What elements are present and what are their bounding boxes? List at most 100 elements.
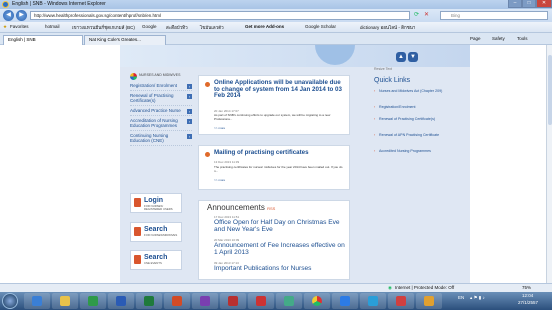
banner-prev-button[interactable]: ▲ (396, 52, 406, 62)
search-cne-subtitle: CNE EVENTS (144, 261, 162, 265)
search-input[interactable]: Bing (440, 11, 548, 20)
safety-menu[interactable]: Safety (492, 36, 505, 41)
favorite-link[interactable]: Google Scholar (305, 24, 336, 29)
taskbar: EN ▴ ⚑ ▮ ♪ 12:04 27/1/2557 (0, 292, 552, 310)
login-button[interactable]: Login FOR NURSES/ REGISTERED USERS (130, 193, 182, 213)
favorite-link[interactable]: ไขมันเลวตัว (200, 24, 224, 31)
quick-link[interactable]: Accredited Nursing Programmes (374, 149, 454, 153)
search-nurses-subtitle: FOR NURSES/MIDWIVES (144, 233, 178, 237)
search-nurses-button[interactable]: Search FOR NURSES/MIDWIVES (130, 222, 182, 242)
banner: ▲ ▼ (120, 45, 470, 67)
taskbar-app[interactable] (220, 293, 246, 309)
taskbar-app[interactable] (360, 293, 386, 309)
banner-next-button[interactable]: ▼ (408, 52, 418, 62)
tools-menu[interactable]: Tools (517, 36, 528, 41)
favorite-link[interactable]: Google (142, 24, 157, 29)
refresh-icon[interactable]: ⟳ (414, 11, 419, 18)
news-headline[interactable]: Online Applications will be unavailable … (214, 79, 346, 100)
tab-bar: English | SNB Nat King Cole's Greates...… (0, 33, 552, 45)
news-body: The practising certificates for nurses/ … (214, 165, 343, 173)
taskbar-app[interactable] (108, 293, 134, 309)
taskbar-app[interactable] (136, 293, 162, 309)
search-cne-title: Search (144, 254, 168, 261)
taskbar-app[interactable] (52, 293, 78, 309)
vertical-scrollbar[interactable] (546, 45, 552, 283)
scroll-thumb[interactable] (548, 55, 552, 125)
login-title: Login (144, 197, 164, 204)
banner-image (315, 45, 355, 65)
resize-text-control[interactable]: Resize Text (374, 67, 464, 71)
clock-date[interactable]: 27/1/2557 (518, 300, 538, 305)
favorite-link[interactable]: hotmail (45, 24, 60, 29)
language-indicator[interactable]: EN (458, 295, 464, 300)
taskbar-app[interactable] (80, 293, 106, 309)
arrow-icon: › (187, 109, 192, 114)
search-icon (134, 227, 141, 236)
maximize-button[interactable]: □ (522, 0, 536, 8)
favorite-link[interactable]: Get more Add-ons (245, 24, 284, 29)
announcement-link[interactable]: Announcement of Fee Increases effective … (214, 242, 346, 256)
nav-header: NURSES AND MIDWIVES (130, 73, 192, 81)
nav-item-accreditation[interactable]: Accreditation of Nursing Education Progr… (130, 116, 192, 131)
taskbar-app[interactable] (248, 293, 274, 309)
nav-item-renewal[interactable]: Renewal of Practising Certificate(s) › (130, 91, 192, 106)
close-button[interactable]: ✕ (536, 0, 552, 8)
ie-icon (32, 296, 42, 306)
news-headline[interactable]: Mailing of practising certificates (214, 149, 346, 157)
quick-link[interactable]: Renewal of Practising Certificate(s) (374, 117, 454, 121)
nav-item-label: Continuing Nursing Education (CNE) (130, 133, 169, 143)
taskbar-app[interactable] (164, 293, 190, 309)
quick-link[interactable]: Nurses and Midwives Act (Chapter 209) (374, 89, 454, 93)
favorite-link[interactable]: เขาวงแหวนมีนกี่ชุดเกเกมส์ (BC) (72, 24, 135, 31)
tray-icons[interactable]: ▴ ⚑ ▮ ♪ (470, 295, 485, 301)
favorites-star-icon[interactable]: ★ (3, 24, 7, 30)
taskbar-app[interactable] (192, 293, 218, 309)
taskbar-app[interactable] (276, 293, 302, 309)
zoom-level[interactable]: 75% (522, 285, 531, 290)
favorites-button[interactable]: Favorites (10, 24, 29, 29)
forward-button[interactable]: ▶ (16, 10, 27, 21)
news-date: 13 Dec 2013 11:39 (214, 160, 240, 164)
stop-icon[interactable]: ✕ (424, 11, 429, 18)
taskbar-app[interactable] (332, 293, 358, 309)
favorite-link[interactable]: สะดือบัวทิว (166, 24, 188, 31)
app-icon (284, 296, 294, 306)
quick-link[interactable]: Renewal of APN Practising Certificate (374, 133, 454, 137)
nav-item-cne[interactable]: Continuing Nursing Education (CNE) › (130, 131, 192, 146)
back-button[interactable]: ◀ (3, 10, 14, 21)
url-input[interactable]: http://www.healthprofessionals.gov.sg/co… (30, 11, 410, 20)
window-title: English | SNB - Windows Internet Explore… (12, 1, 106, 7)
skype-icon (368, 296, 378, 306)
news-more-link[interactable]: >> more (214, 178, 225, 182)
start-button[interactable] (2, 293, 18, 309)
announcement-link[interactable]: Important Publications for Nurses (214, 265, 346, 272)
dropbox-icon (340, 296, 350, 306)
minimize-button[interactable]: – (508, 0, 522, 8)
search-cne-button[interactable]: Search CNE EVENTS (130, 250, 182, 270)
ie-logo-icon (2, 1, 9, 8)
taskbar-app[interactable] (24, 293, 50, 309)
news-more-link[interactable]: >> more (214, 126, 225, 130)
clock-time[interactable]: 12:04 (522, 293, 533, 298)
title-bar: English | SNB - Windows Internet Explore… (0, 0, 552, 9)
tab-youtube[interactable]: Nat King Cole's Greates... (84, 35, 166, 45)
quick-links: Resize Text Quick Links Nurses and Midwi… (364, 67, 464, 153)
nav-item-label: Renewal of Practising Certificate(s) (130, 93, 174, 103)
nav-item-label: Accreditation of Nursing Education Progr… (130, 118, 178, 128)
nav-item-apn[interactable]: Advanced Practice Nurse › (130, 106, 192, 116)
left-navigation: NURSES AND MIDWIVES Registration/ Enrolm… (130, 73, 192, 146)
page-menu[interactable]: Page (470, 36, 481, 41)
word-icon (116, 296, 126, 306)
nav-item-registration[interactable]: Registration/ Enrolment › (130, 81, 192, 91)
taskbar-app[interactable] (388, 293, 414, 309)
search-nurses-title: Search (144, 226, 168, 233)
announcement-link[interactable]: Office Open for Half Day on Christmas Ev… (214, 219, 346, 233)
taskbar-app[interactable] (304, 293, 330, 309)
announcements-title: Announcements (207, 203, 265, 212)
login-subtitle: FOR NURSES/ REGISTERED USERS (144, 204, 173, 211)
tab-english-snb[interactable]: English | SNB (3, 35, 83, 45)
rss-link[interactable]: RSS (267, 206, 275, 211)
favorite-link[interactable]: dictionary ออนไลน์ - ดิกชนา (360, 24, 415, 31)
taskbar-app[interactable] (416, 293, 442, 309)
quick-link[interactable]: Registration/Enrolment (374, 105, 454, 109)
